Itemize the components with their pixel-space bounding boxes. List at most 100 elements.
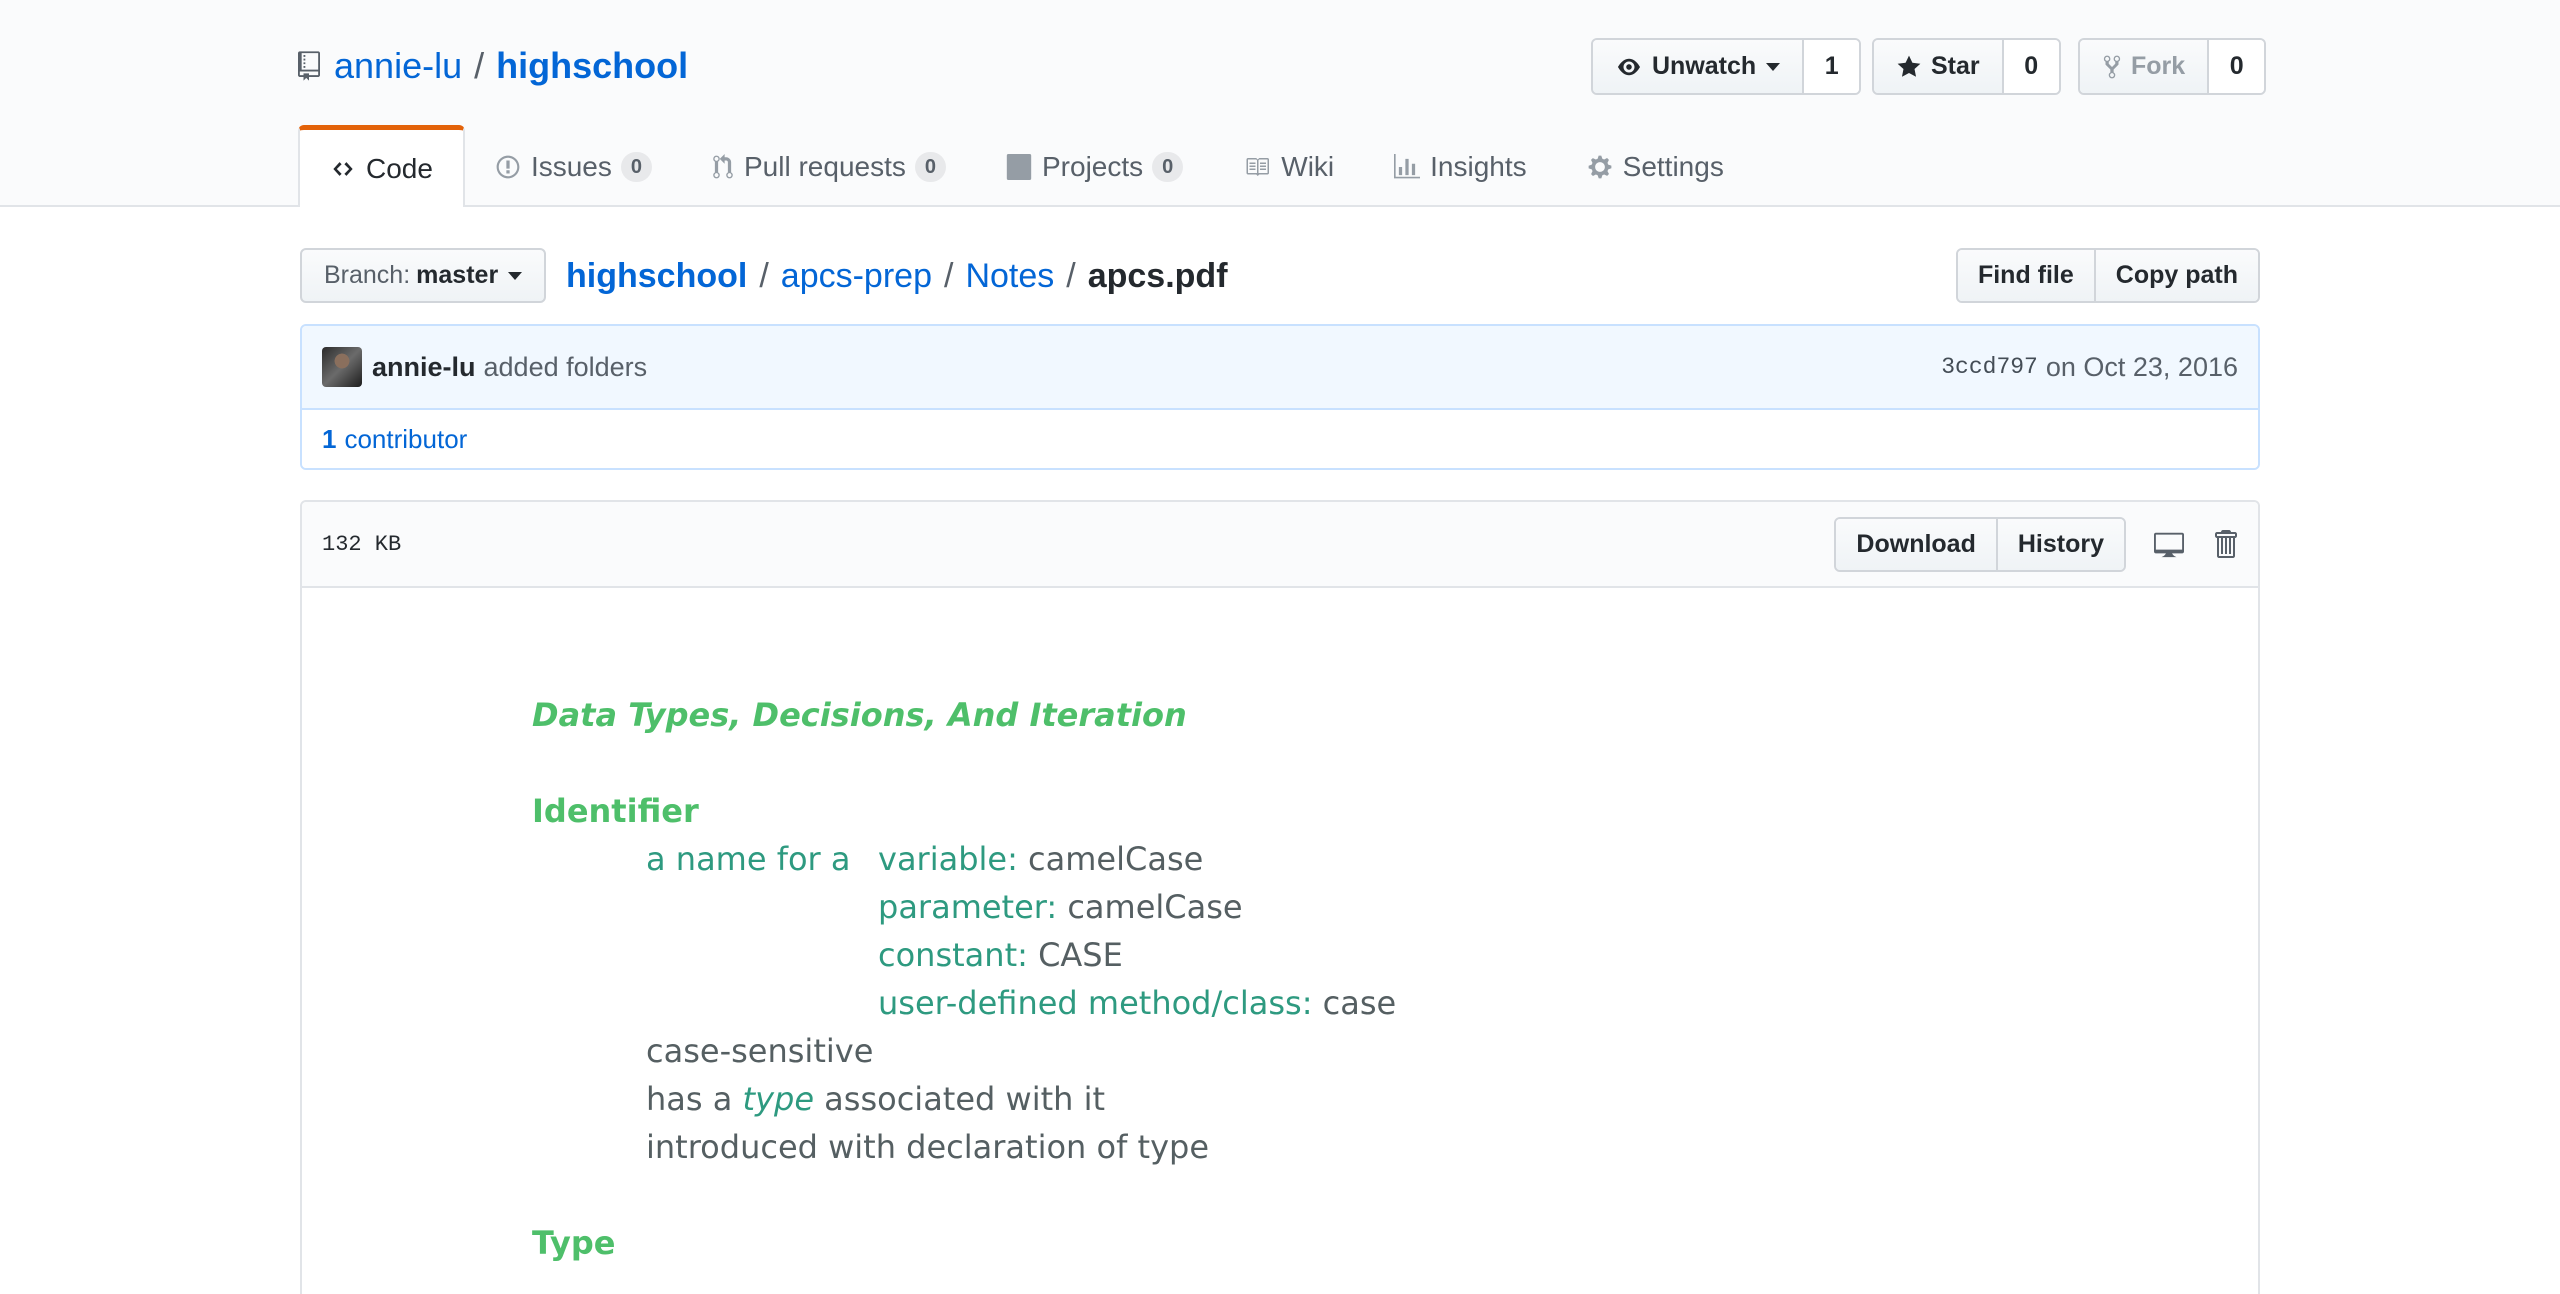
file-size: 132 KB (322, 531, 402, 557)
fork-label: Fork (2131, 52, 2186, 80)
contributors-label: contributor (344, 423, 468, 454)
tab-wiki[interactable]: Wiki (1213, 127, 1364, 207)
tab-insights[interactable]: Insights (1364, 127, 1557, 207)
breadcrumb: highschool / apcs-prep / Notes / apcs.pd… (566, 250, 1228, 302)
contributors-link[interactable]: 1 contributor (302, 410, 2258, 468)
repo-name-link[interactable]: highschool (496, 45, 688, 87)
breadcrumb-separator: / (759, 256, 769, 295)
copy-path-button[interactable]: Copy path (2093, 250, 2258, 301)
open-desktop-button[interactable] (2152, 529, 2186, 559)
gear-icon (1588, 155, 1612, 179)
repo-owner-link[interactable]: annie-lu (334, 45, 462, 87)
pdf-item-value: camelCase (1067, 888, 1243, 926)
unwatch-button[interactable]: Unwatch (1593, 40, 1805, 93)
find-file-button[interactable]: Find file (1957, 250, 2094, 301)
delete-file-button[interactable] (2212, 528, 2238, 560)
repo-nav: Code Issues 0 Pull requests 0 Projects 0… (298, 125, 1754, 207)
pdf-preview[interactable]: Data Types, Decisions, And Iteration Ide… (302, 588, 2258, 1294)
pdf-type-word: type (742, 1080, 814, 1118)
file-nav-actions: Find file Copy path (1955, 248, 2260, 303)
pdf-item-term: parameter: (878, 888, 1058, 926)
branch-prefix: Branch: (324, 261, 411, 289)
watch-group: Unwatch 1 (1591, 38, 1862, 95)
pdf-item-term: user-defined method/class: (878, 984, 1313, 1022)
pdf-item: user-defined method/class: case (878, 984, 1396, 1022)
breadcrumb-file: apcs.pdf (1087, 256, 1228, 295)
breadcrumb-apcs-prep[interactable]: apcs-prep (781, 257, 932, 296)
pdf-name-for: a name for a (646, 840, 851, 878)
pdf-item: parameter: camelCase (878, 888, 1243, 926)
unwatch-label: Unwatch (1652, 52, 1757, 80)
chevron-down-icon (508, 271, 523, 280)
download-button[interactable]: Download (1836, 518, 1996, 570)
repo-header: annie-lu / highschool Unwatch 1 Star 0 F… (0, 0, 2560, 207)
pdf-item-term: constant: (878, 936, 1028, 974)
projects-counter: 0 (1152, 152, 1184, 182)
pdf-title: Data Types, Decisions, And Iteration (532, 696, 1187, 734)
commit-tease: annie-lu added folders 3ccd797 on Oct 23… (302, 326, 2258, 410)
star-button[interactable]: Star (1874, 40, 2004, 93)
breadcrumb-separator: / (1066, 256, 1076, 295)
avatar[interactable] (322, 347, 362, 387)
tab-issues-label: Issues (530, 151, 612, 182)
pdf-item: variable: camelCase (878, 840, 1203, 878)
pdf-heading-type: Type (532, 1224, 616, 1262)
commit-author[interactable]: annie-lu (372, 352, 476, 383)
commit-box: annie-lu added folders 3ccd797 on Oct 23… (300, 324, 2260, 470)
chevron-down-icon (1766, 62, 1781, 71)
tab-code[interactable]: Code (298, 125, 465, 207)
desktop-icon (2154, 532, 2184, 558)
pull-request-icon (713, 154, 733, 179)
tab-projects-label: Projects (1042, 151, 1144, 182)
file-viewer: 132 KB Download History Data Types, Deci… (300, 500, 2260, 1294)
book-icon (1246, 158, 1270, 176)
tab-pull-requests-label: Pull requests (744, 151, 906, 182)
star-group: Star 0 (1872, 38, 2061, 95)
trash-icon (2215, 530, 2237, 558)
pdf-case-sensitive: case-sensitive (646, 1032, 874, 1070)
tab-projects[interactable]: Projects 0 (976, 127, 1213, 207)
eye-icon (1618, 58, 1640, 75)
pdf-has-type: has a type associated with it (646, 1080, 1105, 1118)
tab-issues[interactable]: Issues 0 (465, 127, 682, 207)
commit-meta: 3ccd797 on Oct 23, 2016 (1941, 352, 2238, 383)
tab-settings-label: Settings (1622, 151, 1724, 182)
history-button[interactable]: History (1995, 518, 2124, 570)
contributors-count: 1 (322, 423, 337, 454)
fork-group: Fork 0 (2078, 38, 2267, 95)
title-separator: / (474, 45, 485, 86)
forks-count[interactable]: 0 (2209, 40, 2265, 93)
pdf-item-value: case (1322, 984, 1397, 1022)
repo-title: annie-lu / highschool (298, 42, 688, 90)
commit-sha[interactable]: 3ccd797 (1941, 354, 2038, 380)
pdf-introduced: introduced with declaration of type (646, 1128, 1209, 1166)
breadcrumb-root[interactable]: highschool (566, 257, 747, 296)
tab-wiki-label: Wiki (1281, 151, 1335, 182)
breadcrumb-notes[interactable]: Notes (965, 257, 1054, 296)
tab-pull-requests[interactable]: Pull requests 0 (682, 127, 976, 207)
pdf-item-term: variable: (878, 840, 1018, 878)
pdf-associated: associated with it (824, 1080, 1106, 1118)
stargazers-count[interactable]: 0 (2003, 40, 2059, 93)
pull-requests-counter: 0 (914, 152, 946, 182)
star-label: Star (1931, 52, 1980, 80)
issues-counter: 0 (620, 152, 652, 182)
fork-button[interactable]: Fork (2080, 40, 2210, 93)
watchers-count[interactable]: 1 (1804, 40, 1860, 93)
pdf-item-value: CASE (1038, 936, 1123, 974)
tab-code-label: Code (366, 152, 433, 184)
graph-icon (1394, 154, 1421, 179)
star-icon (1897, 55, 1921, 77)
commit-date: on Oct 23, 2016 (2045, 351, 2238, 382)
code-icon (333, 161, 353, 176)
commit-message[interactable]: added folders (484, 352, 648, 383)
tab-insights-label: Insights (1430, 151, 1527, 182)
breadcrumb-separator: / (943, 256, 954, 295)
repo-icon (298, 51, 320, 81)
issue-icon (496, 155, 520, 179)
pdf-heading-identifier: Identifier (532, 792, 699, 830)
tab-settings[interactable]: Settings (1557, 127, 1754, 207)
pdf-item: constant: CASE (878, 936, 1123, 974)
pdf-has-a: has a (646, 1080, 733, 1118)
branch-select-button[interactable]: Branch: master (300, 248, 547, 303)
